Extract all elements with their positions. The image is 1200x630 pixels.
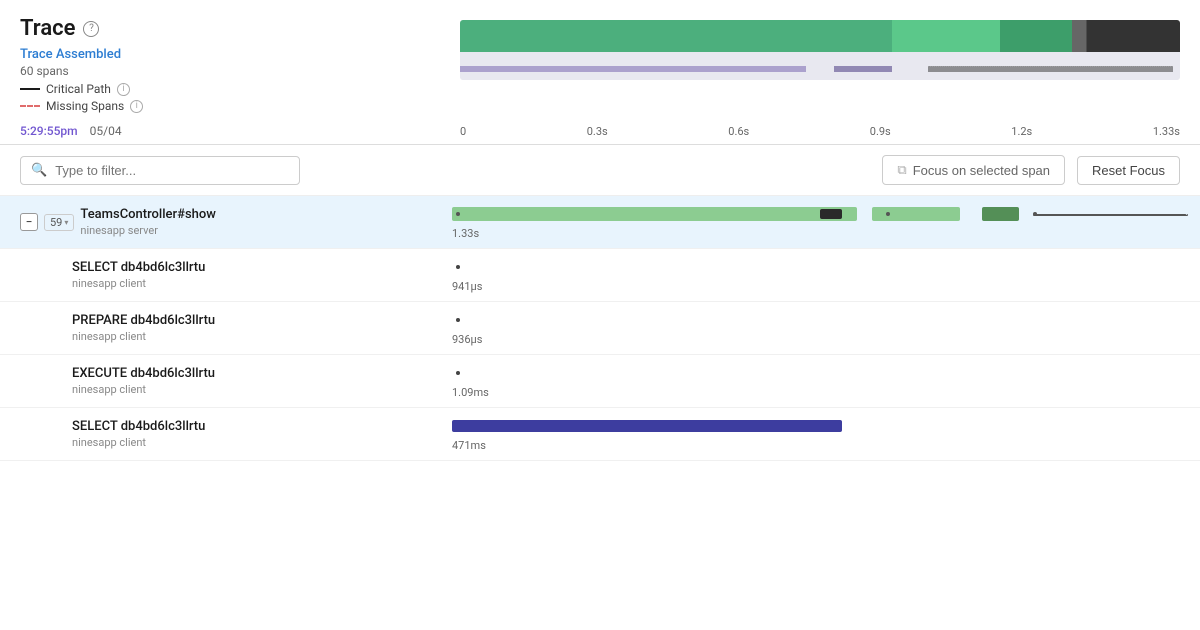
span-left-prepare: PREPARE db4bd6lc3llrtu ninesapp client: [0, 302, 440, 354]
span-info-select2: SELECT db4bd6lc3llrtu ninesapp client: [72, 419, 205, 449]
span-dot-prepare: [456, 318, 460, 322]
span-timeline-select1: 941μs: [440, 249, 1200, 301]
axis-date: 05/04: [90, 124, 122, 138]
span-bar-select2: [452, 420, 842, 432]
span-timeline-teams: 1.33s: [440, 196, 1200, 248]
span-name-select2: SELECT db4bd6lc3llrtu: [72, 419, 205, 434]
search-input[interactable]: [55, 163, 289, 178]
span-bar-container-execute: [452, 363, 1188, 383]
tick-0: 0: [460, 125, 466, 138]
span-name-select1: SELECT db4bd6lc3llrtu: [72, 260, 205, 275]
span-row-prepare[interactable]: PREPARE db4bd6lc3llrtu ninesapp client 9…: [0, 302, 1200, 355]
trace-status: Trace Assembled: [20, 47, 460, 62]
spans-count: 60 spans: [20, 64, 460, 78]
span-row-teams-controller[interactable]: − 59 ▾ TeamsController#show ninesapp ser…: [0, 196, 1200, 249]
critical-path-line: [20, 88, 40, 90]
critical-path-label: Critical Path: [46, 82, 111, 96]
span-duration-select2: 471ms: [452, 439, 1188, 452]
span-dot1: [456, 212, 460, 216]
span-row-execute[interactable]: EXECUTE db4bd6lc3llrtu ninesapp client 1…: [0, 355, 1200, 408]
axis-ticks: 0 0.3s 0.6s 0.9s 1.2s 1.33s: [460, 125, 1180, 138]
span-dot-execute: [456, 371, 460, 375]
search-box[interactable]: 🔍: [20, 156, 300, 185]
span-dot-select1: [456, 265, 460, 269]
trace-minimap[interactable]: [460, 20, 1180, 80]
minimap-purple-area: [460, 52, 1180, 80]
tick-133s: 1.33s: [1153, 125, 1180, 138]
span-bar-dark1: [820, 209, 842, 219]
filter-icon: ⧉: [897, 162, 906, 178]
missing-spans-line: [20, 105, 40, 107]
critical-path-info-icon[interactable]: i: [117, 83, 130, 96]
tick-06s: 0.6s: [728, 125, 749, 138]
header-left: Trace ? Trace Assembled 60 spans Critica…: [20, 16, 460, 116]
span-left-select2: SELECT db4bd6lc3llrtu ninesapp client: [0, 408, 440, 460]
span-service-select2: ninesapp client: [72, 436, 205, 449]
span-duration-prepare: 936μs: [452, 333, 1188, 346]
missing-spans-info-icon[interactable]: i: [130, 100, 143, 113]
minimap-bar-3: [928, 66, 1173, 72]
minimap-bar-1: [460, 66, 806, 72]
minimap-green-bar: [460, 20, 1180, 52]
span-bar-container-select1: [452, 257, 1188, 277]
axis-left: 5:29:55pm 05/04: [20, 124, 460, 138]
tick-12s: 1.2s: [1011, 125, 1032, 138]
span-bar-container-select2: [452, 416, 1188, 436]
span-service-prepare: ninesapp client: [72, 330, 215, 343]
toolbar: 🔍 ⧉ Focus on selected span Reset Focus: [0, 145, 1200, 196]
span-left-teams: − 59 ▾ TeamsController#show ninesapp ser…: [0, 196, 440, 248]
span-bar-container-prepare: [452, 310, 1188, 330]
span-timeline-prepare: 936μs: [440, 302, 1200, 354]
spans-list: − 59 ▾ TeamsController#show ninesapp ser…: [0, 196, 1200, 616]
timeline-axis: 5:29:55pm 05/04 0 0.3s 0.6s 0.9s 1.2s 1.…: [0, 124, 1200, 145]
span-duration-teams: 1.33s: [452, 227, 1188, 240]
span-info-execute: EXECUTE db4bd6lc3llrtu ninesapp client: [72, 366, 215, 396]
reset-focus-button[interactable]: Reset Focus: [1077, 156, 1180, 185]
span-service-select1: ninesapp client: [72, 277, 205, 290]
span-bar-container-teams: [452, 204, 1188, 224]
span-duration-execute: 1.09ms: [452, 386, 1188, 399]
span-timeline-select2: 471ms: [440, 408, 1200, 460]
span-row-select-2[interactable]: SELECT db4bd6lc3llrtu ninesapp client 47…: [0, 408, 1200, 461]
span-bar-green2: [872, 207, 960, 221]
span-bar-green3: [982, 207, 1019, 221]
span-name-execute: EXECUTE db4bd6lc3llrtu: [72, 366, 215, 381]
header: Trace ? Trace Assembled 60 spans Critica…: [0, 0, 1200, 116]
span-info-select1: SELECT db4bd6lc3llrtu ninesapp client: [72, 260, 205, 290]
page-title: Trace: [20, 16, 75, 41]
chevron-down-icon: ▾: [64, 218, 68, 227]
span-left-select1: SELECT db4bd6lc3llrtu ninesapp client: [0, 249, 440, 301]
missing-spans-legend: Missing Spans i: [20, 99, 460, 113]
span-info-teams: TeamsController#show ninesapp server: [80, 207, 216, 237]
span-info-prepare: PREPARE db4bd6lc3llrtu ninesapp client: [72, 313, 215, 343]
span-service-teams: ninesapp server: [80, 224, 216, 237]
collapse-button[interactable]: −: [20, 213, 38, 231]
span-count-badge[interactable]: 59 ▾: [44, 214, 74, 231]
span-bar-green: [452, 207, 857, 221]
title-help-icon[interactable]: ?: [83, 21, 99, 37]
span-service-execute: ninesapp client: [72, 383, 215, 396]
span-name-teams: TeamsController#show: [80, 207, 216, 222]
span-bar-dashed: [1033, 214, 1188, 216]
missing-spans-label: Missing Spans: [46, 99, 124, 113]
tick-09s: 0.9s: [870, 125, 891, 138]
span-timeline-execute: 1.09ms: [440, 355, 1200, 407]
span-count-value: 59: [50, 216, 62, 229]
span-row-select-1[interactable]: SELECT db4bd6lc3llrtu ninesapp client 94…: [0, 249, 1200, 302]
span-duration-select1: 941μs: [452, 280, 1188, 293]
tick-03s: 0.3s: [587, 125, 608, 138]
focus-button-label: Focus on selected span: [913, 163, 1050, 178]
span-name-prepare: PREPARE db4bd6lc3llrtu: [72, 313, 215, 328]
axis-timestamp: 5:29:55pm: [20, 124, 78, 138]
focus-button[interactable]: ⧉ Focus on selected span: [882, 155, 1065, 185]
title-row: Trace ?: [20, 16, 460, 41]
minimap-bar-2: [834, 66, 892, 72]
span-left-execute: EXECUTE db4bd6lc3llrtu ninesapp client: [0, 355, 440, 407]
search-icon: 🔍: [31, 163, 47, 178]
critical-path-legend: Critical Path i: [20, 82, 460, 96]
